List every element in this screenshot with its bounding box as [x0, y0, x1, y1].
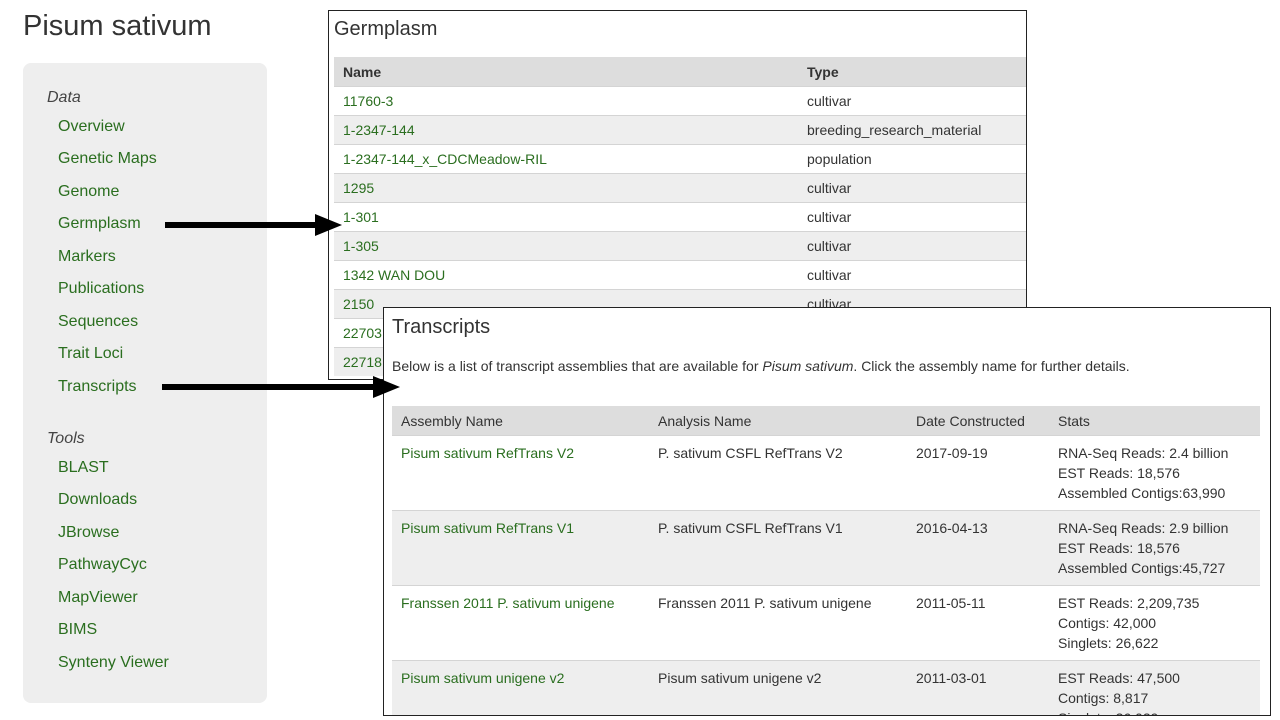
assembly-name-link[interactable]: Franssen 2011 P. sativum unigene — [401, 595, 615, 611]
germplasm-name-link[interactable]: 11760-3 — [343, 93, 393, 109]
table-row: 1-2347-144_x_CDCMeadow-RIL population — [334, 144, 1026, 174]
germplasm-name-link[interactable]: 22718 — [343, 354, 382, 370]
analysis-name: Pisum sativum unigene v2 — [649, 660, 907, 715]
germplasm-type: breeding_research_material — [798, 115, 1026, 145]
germplasm-name-link[interactable]: 1-2347-144_x_CDCMeadow-RIL — [343, 151, 547, 167]
arrow-transcripts-icon — [162, 376, 400, 398]
stats-cell: RNA-Seq Reads: 2.4 billion EST Reads: 18… — [1049, 435, 1260, 511]
sidebar-item-transcripts[interactable]: Transcripts — [58, 378, 137, 396]
sidebar-heading-data: Data — [47, 89, 81, 106]
date-constructed: 2011-05-11 — [907, 585, 1049, 661]
germplasm-name-link[interactable]: 1295 — [343, 180, 374, 196]
table-row: 1-2347-144 breeding_research_material — [334, 115, 1026, 145]
germplasm-name-link[interactable]: 1342 WAN DOU — [343, 267, 445, 283]
stat-line: EST Reads: 18,576 — [1058, 540, 1180, 556]
transcripts-table: Assembly Name Analysis Name Date Constru… — [392, 406, 1260, 715]
stat-line: Assembled Contigs:45,727 — [1058, 560, 1226, 576]
stat-line: Singlets: 26,622 — [1058, 635, 1159, 651]
column-header-type: Type — [798, 57, 1026, 87]
sidebar-item-overview[interactable]: Overview — [58, 118, 125, 136]
sidebar-item-markers[interactable]: Markers — [58, 248, 116, 266]
assembly-name-link[interactable]: Pisum sativum unigene v2 — [401, 670, 564, 686]
page-title: Pisum sativum — [23, 10, 212, 42]
sidebar-item-blast[interactable]: BLAST — [58, 459, 109, 477]
sidebar-item-bims[interactable]: BIMS — [58, 621, 97, 639]
germplasm-type: population — [798, 144, 1026, 174]
column-header-date-constructed: Date Constructed — [907, 406, 1049, 436]
date-constructed: 2017-09-19 — [907, 435, 1049, 511]
stat-line: Contigs: 8,817 — [1058, 690, 1149, 706]
stat-line: Assembled Contigs:63,990 — [1058, 485, 1226, 501]
table-row: 1-305 cultivar — [334, 231, 1026, 261]
stats-cell: EST Reads: 2,209,735 Contigs: 42,000 Sin… — [1049, 585, 1260, 661]
germplasm-type: cultivar — [798, 231, 1026, 261]
stat-line: EST Reads: 18,576 — [1058, 465, 1180, 481]
transcripts-description: Below is a list of transcript assemblies… — [392, 358, 1130, 374]
germplasm-name-link[interactable]: 1-301 — [343, 209, 379, 225]
germplasm-type: cultivar — [798, 173, 1026, 203]
analysis-name: Franssen 2011 P. sativum unigene — [649, 585, 907, 661]
sidebar-item-synteny-viewer[interactable]: Synteny Viewer — [58, 654, 169, 672]
sidebar-item-mapviewer[interactable]: MapViewer — [58, 589, 138, 607]
stats-cell: RNA-Seq Reads: 2.9 billion EST Reads: 18… — [1049, 510, 1260, 586]
stats-cell: EST Reads: 47,500 Contigs: 8,817 Singlet… — [1049, 660, 1260, 715]
table-row: Pisum sativum RefTrans V1 P. sativum CSF… — [392, 510, 1260, 586]
germplasm-header-row: Name Type — [334, 57, 1026, 87]
sidebar-item-trait-loci[interactable]: Trait Loci — [58, 345, 123, 363]
germplasm-name-link[interactable]: 22703 — [343, 325, 382, 341]
stat-line: Singlets: 26,029 — [1058, 708, 1251, 715]
germplasm-name-link[interactable]: 1-2347-144 — [343, 122, 415, 138]
analysis-name: P. sativum CSFL RefTrans V1 — [649, 510, 907, 586]
table-row: Franssen 2011 P. sativum unigene Fransse… — [392, 585, 1260, 661]
sidebar-heading-tools: Tools — [47, 430, 85, 447]
date-constructed: 2011-03-01 — [907, 660, 1049, 715]
sidebar-item-pathwaycyc[interactable]: PathwayCyc — [58, 556, 147, 574]
table-row: Pisum sativum unigene v2 Pisum sativum u… — [392, 660, 1260, 715]
column-header-stats: Stats — [1049, 406, 1260, 436]
table-row: 1295 cultivar — [334, 173, 1026, 203]
description-text-end: . Click the assembly name for further de… — [853, 358, 1130, 374]
sidebar-item-downloads[interactable]: Downloads — [58, 491, 137, 509]
sidebar-item-publications[interactable]: Publications — [58, 280, 144, 298]
germplasm-type: cultivar — [798, 86, 1026, 116]
assembly-name-link[interactable]: Pisum sativum RefTrans V2 — [401, 445, 574, 461]
stat-line: EST Reads: 2,209,735 — [1058, 595, 1200, 611]
column-header-analysis-name: Analysis Name — [649, 406, 907, 436]
stat-line: RNA-Seq Reads: 2.4 billion — [1058, 445, 1229, 461]
stat-line: EST Reads: 47,500 — [1058, 670, 1180, 686]
sidebar-item-genetic-maps[interactable]: Genetic Maps — [58, 150, 157, 168]
table-row: 11760-3 cultivar — [334, 86, 1026, 116]
table-row: 1342 WAN DOU cultivar — [334, 260, 1026, 290]
sidebar-item-jbrowse[interactable]: JBrowse — [58, 524, 119, 542]
table-row: 1-301 cultivar — [334, 202, 1026, 232]
germplasm-name-link[interactable]: 2150 — [343, 296, 374, 312]
arrow-germplasm-icon — [165, 214, 342, 236]
germplasm-title: Germplasm — [334, 18, 438, 40]
transcripts-title: Transcripts — [392, 316, 491, 338]
column-header-assembly-name: Assembly Name — [392, 406, 649, 436]
germplasm-type: cultivar — [798, 260, 1026, 290]
germplasm-type: cultivar — [798, 202, 1026, 232]
germplasm-name-link[interactable]: 1-305 — [343, 238, 379, 254]
transcripts-header-row: Assembly Name Analysis Name Date Constru… — [392, 406, 1260, 436]
date-constructed: 2016-04-13 — [907, 510, 1049, 586]
sidebar-item-genome[interactable]: Genome — [58, 183, 119, 201]
description-text: Below is a list of transcript assemblies… — [392, 358, 763, 374]
table-row: Pisum sativum RefTrans V2 P. sativum CSF… — [392, 435, 1260, 511]
analysis-name: P. sativum CSFL RefTrans V2 — [649, 435, 907, 511]
stat-line: Contigs: 42,000 — [1058, 615, 1157, 631]
sidebar-item-germplasm[interactable]: Germplasm — [58, 215, 141, 233]
assembly-name-link[interactable]: Pisum sativum RefTrans V1 — [401, 520, 574, 536]
transcripts-panel: Transcripts Below is a list of transcrip… — [383, 307, 1271, 716]
description-species: Pisum sativum — [762, 358, 854, 374]
stat-line: RNA-Seq Reads: 2.9 billion — [1058, 520, 1229, 536]
sidebar-item-sequences[interactable]: Sequences — [58, 313, 138, 331]
column-header-name: Name — [334, 57, 798, 87]
